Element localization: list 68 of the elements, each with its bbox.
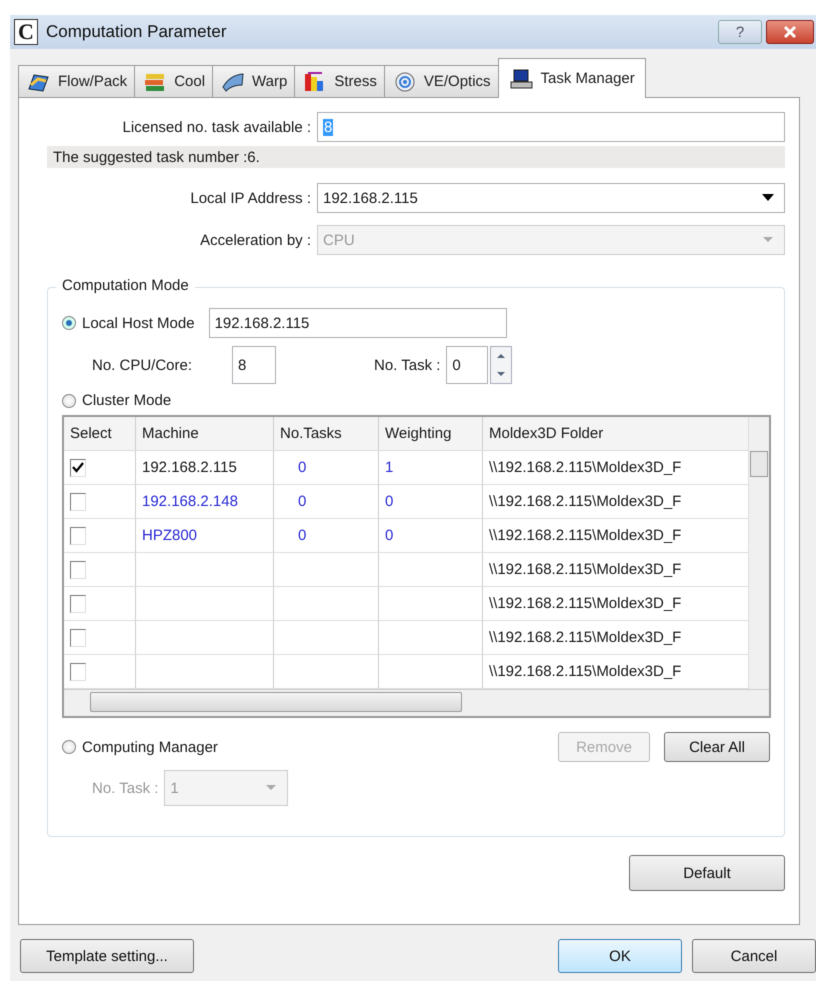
spinner-buttons[interactable] [490,346,512,384]
table-cell: 0 [274,519,379,552]
close-icon [782,25,798,39]
vertical-scrollbar[interactable] [748,417,769,689]
acceleration-label: Acceleration by : [199,232,312,248]
table-cell-text: \\192.168.2.115\Moldex3D_F [488,628,682,648]
cpu-core-label: No. CPU/Core: [92,356,194,374]
table-cell-text: \\192.168.2.115\Moldex3D_F [488,594,682,614]
table-cell: 0 [379,485,483,518]
tab[interactable]: Flow/Pack [18,65,136,97]
column-header[interactable]: Select [64,417,136,450]
tab[interactable]: VE/Optics [384,65,499,97]
table-cell: 1 [379,451,483,484]
clear-all-button[interactable]: Clear All [664,732,770,762]
select-checkbox[interactable] [70,526,86,544]
table-cell-text: \\192.168.2.115\Moldex3D_F [488,458,682,478]
suggestion-text: The suggested task number :6. [47,146,785,168]
select-checkbox[interactable] [70,628,86,646]
table-cell-text: \\192.168.2.115\Moldex3D_F [488,560,682,580]
manager-task-label: No. Task : [92,780,160,796]
table-cell: 192.168.2.148 [136,485,274,518]
no-task-field[interactable]: 0 [446,346,488,384]
down-arrow-icon [496,371,506,377]
cluster-mode-radio[interactable]: Cluster Mode [62,392,172,409]
table-cell: 0 [274,485,379,518]
local-host-radio[interactable]: Local Host Mode [62,314,195,332]
table-cell: 192.168.2.115 [136,451,274,484]
tab[interactable]: Cool [134,65,214,97]
licensed-label: Licensed no. task available : [122,118,312,136]
help-button[interactable]: ? [718,20,762,44]
template-setting-button[interactable]: Template setting... [20,939,194,973]
plate-icon [220,70,246,92]
column-header[interactable]: Machine [136,417,274,450]
caret-icon [762,194,774,202]
group-title: Computation Mode [56,277,195,294]
window-title: Computation Parameter [46,22,226,42]
computer-icon [508,68,535,90]
table-cell-text: \\192.168.2.115\Moldex3D_F [488,662,682,682]
select-checkbox[interactable] [70,458,86,476]
local-ip-label: Local IP Address : [189,190,312,206]
table-cell: 0 [379,519,483,552]
cancel-button[interactable]: Cancel [692,939,816,973]
local-ip-dropdown[interactable]: 192.168.2.115 [317,183,785,213]
column-header[interactable]: Moldex3D Folder [483,417,748,450]
column-header[interactable]: Weighting [379,417,483,450]
local-host-field[interactable]: 192.168.2.115 [208,308,507,338]
tab[interactable]: Warp [212,65,296,97]
table-cell: HPZ800 [136,519,274,552]
select-checkbox[interactable] [70,594,86,612]
app-logo-icon: C [14,19,38,45]
tab[interactable]: Stress [294,65,385,97]
select-checkbox[interactable] [70,560,86,578]
cpu-core-field[interactable]: 8 [232,346,276,384]
tab[interactable]: Task Manager [498,58,646,98]
column-header[interactable]: No.Tasks [274,417,379,450]
close-button[interactable] [766,20,814,44]
ok-button[interactable]: OK [558,939,682,973]
caret-icon [265,784,278,792]
default-button[interactable]: Default [629,855,785,891]
table-cell-text: \\192.168.2.115\Moldex3D_F [488,526,682,546]
no-task-label: No. Task : [374,356,442,374]
table-cell-text: \\192.168.2.115\Moldex3D_F [488,492,682,512]
computing-manager-radio[interactable]: Computing Manager [62,738,218,756]
up-arrow-icon [496,353,506,359]
table-cell: 0 [274,451,379,484]
select-checkbox[interactable] [70,492,86,510]
caret-icon [762,236,774,244]
select-checkbox[interactable] [70,662,86,680]
